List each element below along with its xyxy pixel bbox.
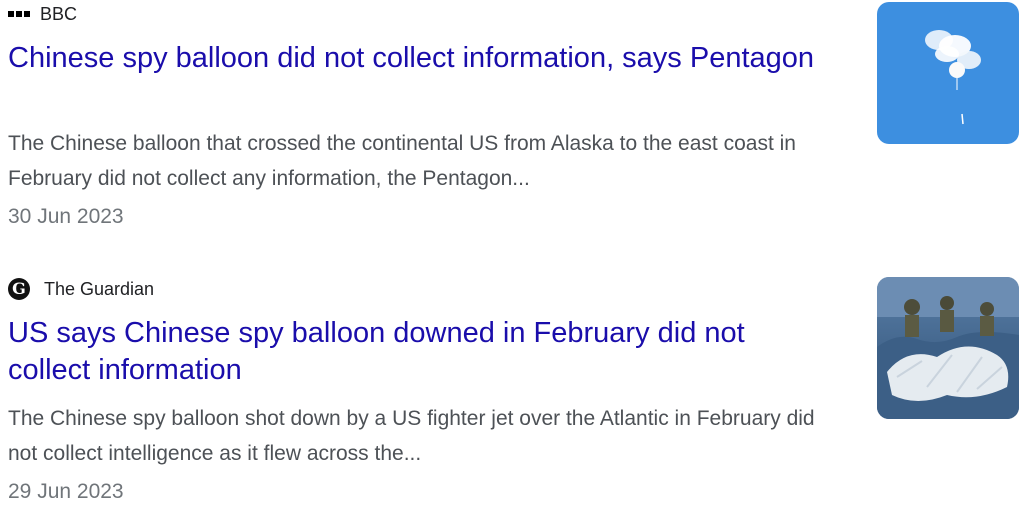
snippet-text: The Chinese balloon that crossed the con… — [8, 132, 796, 190]
news-result-2[interactable]: G The Guardian US says Chinese spy ballo… — [0, 275, 1024, 515]
source-name: The Guardian — [44, 278, 155, 299]
news-result-1[interactable]: BBC Chinese spy balloon did not collect … — [0, 0, 1024, 240]
snippet-text: The Chinese spy balloon shot down by a U… — [8, 407, 815, 465]
balloon-debris-recovery-image[interactable] — [877, 277, 1019, 419]
source-row: BBC — [8, 3, 77, 25]
bbc-logo-icon — [8, 11, 30, 17]
balloon-in-sky-image[interactable] — [877, 2, 1019, 144]
source-name: BBC — [40, 3, 78, 24]
guardian-logo-icon: G — [8, 278, 30, 300]
publish-date: 30 Jun 2023 — [8, 205, 124, 228]
headline-link[interactable]: Chinese spy balloon did not collect info… — [8, 40, 818, 77]
source-row: G The Guardian — [8, 278, 154, 300]
publish-date: 29 Jun 2023 — [8, 480, 124, 503]
headline-link[interactable]: US says Chinese spy balloon downed in Fe… — [8, 315, 818, 389]
